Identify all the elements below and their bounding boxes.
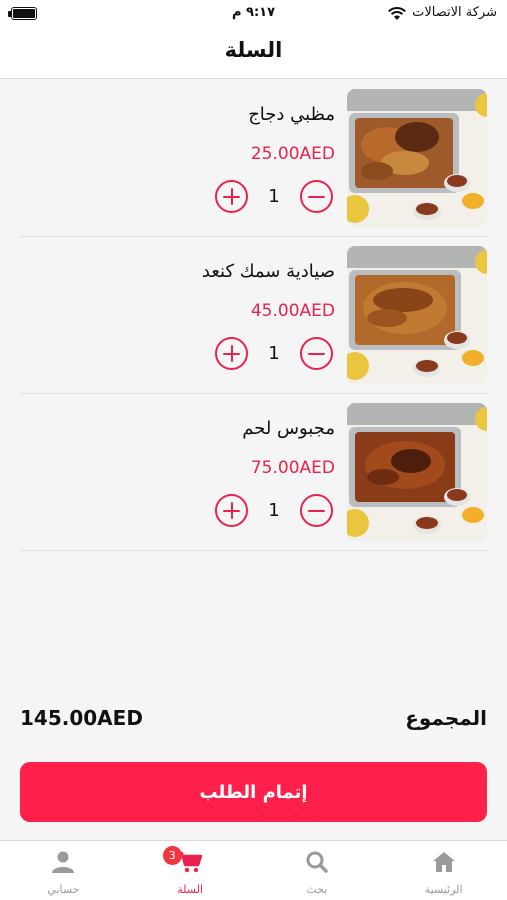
item-name: صيادية سمك كنعد (201, 261, 335, 282)
plus-icon-vertical (230, 502, 233, 519)
total-value: 145.00AED (20, 706, 143, 730)
increase-quantity-button[interactable] (215, 494, 248, 527)
cart-item: مظبي دجاج 25.00AED 1 (20, 80, 487, 237)
quantity-value: 1 (268, 343, 280, 364)
decrease-quantity-button[interactable] (300, 337, 333, 370)
tab-account[interactable]: حسابي (0, 841, 127, 900)
cart-item: مجبوس لحم 75.00AED 1 (20, 394, 487, 551)
minus-icon (308, 352, 325, 355)
cart-list: مظبي دجاج 25.00AED 1 صيادية سمك كنعد 45.… (20, 80, 487, 551)
item-image (347, 403, 487, 541)
home-icon (432, 852, 455, 872)
item-price: 25.00AED (250, 144, 335, 164)
status-time: ٩:١٧ م (231, 5, 276, 20)
tab-label: السلة (177, 883, 203, 896)
item-price: 45.00AED (250, 301, 335, 321)
plus-icon-vertical (230, 188, 233, 205)
tab-cart[interactable]: 3 السلة (127, 841, 254, 900)
tab-bar: الرئيسية بحث 3 السلة حسابي (0, 840, 507, 900)
minus-icon (308, 509, 325, 512)
search-icon (306, 851, 328, 873)
quantity-value: 1 (268, 186, 280, 207)
increase-quantity-button[interactable] (215, 337, 248, 370)
item-image (347, 89, 487, 227)
tab-label: الرئيسية (424, 883, 463, 896)
decrease-quantity-button[interactable] (300, 180, 333, 213)
plus-icon-vertical (230, 345, 233, 362)
user-icon (52, 851, 75, 873)
tab-search[interactable]: بحث (254, 841, 381, 900)
item-image (347, 246, 487, 384)
header: السلة (0, 28, 507, 79)
cart-count-badge: 3 (162, 846, 182, 865)
status-bar: شركة الاتصالات ٩:١٧ م (0, 0, 507, 28)
item-name: مظبي دجاج (248, 104, 335, 125)
item-price: 75.00AED (250, 458, 335, 478)
tab-label: بحث (306, 883, 328, 896)
checkout-button[interactable]: إتمام الطلب (20, 762, 487, 822)
tab-home[interactable]: الرئيسية (380, 841, 507, 900)
increase-quantity-button[interactable] (215, 180, 248, 213)
battery-icon (11, 7, 37, 20)
tab-label: حسابي (47, 883, 80, 896)
item-name: مجبوس لحم (242, 418, 335, 439)
decrease-quantity-button[interactable] (300, 494, 333, 527)
total-label: المجموع (405, 706, 487, 730)
page-title: السلة (224, 38, 283, 62)
cart-item: صيادية سمك كنعد 45.00AED 1 (20, 237, 487, 394)
quantity-value: 1 (268, 500, 280, 521)
minus-icon (308, 195, 325, 198)
